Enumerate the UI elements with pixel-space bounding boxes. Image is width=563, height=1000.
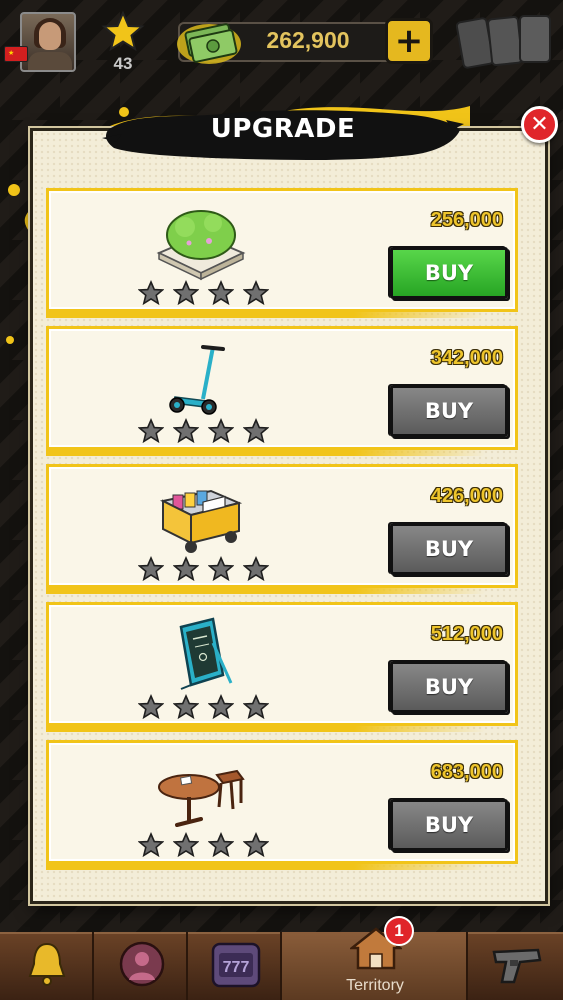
empty-star-icon <box>173 418 199 444</box>
close-button[interactable]: ✕ <box>521 106 558 143</box>
empty-star-icon <box>243 418 269 444</box>
empty-star-icon <box>243 556 269 582</box>
nav-tab-character[interactable] <box>94 932 188 1000</box>
yellow-paint-stroke <box>46 586 486 594</box>
top-hud: ★ 43 262,900 + <box>0 0 563 90</box>
item-price: 426,000 <box>430 485 503 507</box>
nav-label-territory: Territory <box>346 977 404 994</box>
level-star-icon <box>101 10 145 52</box>
empty-star-icon <box>173 280 199 306</box>
pistol-icon <box>492 948 542 984</box>
empty-star-icon <box>173 832 199 858</box>
upgrade-item-food-cart: 426,000 BUY <box>46 464 518 594</box>
empty-star-icon <box>173 556 199 582</box>
add-cash-button[interactable]: + <box>385 18 433 64</box>
empty-star-icon <box>138 556 164 582</box>
kick-scooter-icon <box>169 345 225 415</box>
empty-star-icon <box>208 418 234 444</box>
nav-tab-notifications[interactable] <box>0 932 94 1000</box>
item-price: 256,000 <box>430 209 503 231</box>
cash-amount: 262,900 <box>266 27 350 53</box>
yellow-paint-stroke <box>46 448 486 456</box>
territory-notification-badge: 1 <box>384 916 414 946</box>
country-flag-icon: ★ <box>4 46 28 62</box>
cash-stack-icon <box>177 23 241 64</box>
yellow-paint-stroke <box>46 310 486 318</box>
empty-star-icon <box>138 418 164 444</box>
item-rating-stars <box>138 694 272 720</box>
menu-sign-icon <box>179 617 233 690</box>
empty-star-icon <box>208 556 234 582</box>
item-price: 342,000 <box>430 347 503 369</box>
empty-star-icon <box>243 280 269 306</box>
upgrade-item-kick-scooter: 342,000 BUY <box>46 326 518 456</box>
empty-star-icon <box>208 832 234 858</box>
nav-tab-weapons[interactable] <box>468 932 563 1000</box>
empty-star-icon <box>173 694 199 720</box>
item-price: 683,000 <box>430 761 503 783</box>
slot-machine-icon: 777 <box>211 942 261 988</box>
item-rating-stars <box>138 556 272 582</box>
card-deck-icon[interactable] <box>456 12 556 72</box>
upgrade-item-menu-sign: 512,000 BUY <box>46 602 518 732</box>
yellow-paint-stroke <box>46 862 486 870</box>
upgrade-item-bush-planter: 256,000 BUY <box>46 188 518 318</box>
modal-title: UPGRADE <box>210 114 356 144</box>
empty-star-icon <box>243 832 269 858</box>
avatar-face <box>39 22 61 50</box>
avatar-body <box>28 52 72 70</box>
buy-button[interactable]: BUY <box>390 523 508 575</box>
buy-button[interactable]: BUY <box>390 661 508 713</box>
item-rating-stars <box>138 832 272 858</box>
player-avatar[interactable] <box>20 12 76 72</box>
empty-star-icon <box>243 694 269 720</box>
empty-star-icon <box>138 280 164 306</box>
buy-button[interactable]: BUY <box>390 247 508 299</box>
yellow-paint-stroke <box>46 724 486 732</box>
empty-star-icon <box>138 694 164 720</box>
item-rating-stars <box>138 280 272 306</box>
empty-star-icon <box>208 694 234 720</box>
food-cart-icon <box>159 489 243 553</box>
item-rating-stars <box>138 418 272 444</box>
player-level: 43 <box>113 54 133 73</box>
slot-777-label: 777 <box>223 959 250 976</box>
bell-icon <box>28 942 66 986</box>
buy-button[interactable]: BUY <box>390 385 508 437</box>
empty-star-icon <box>138 832 164 858</box>
bush-planter-icon <box>156 210 246 281</box>
nav-tab-slots[interactable]: 777 <box>188 932 282 1000</box>
buy-button[interactable]: BUY <box>390 799 508 851</box>
empty-star-icon <box>208 280 234 306</box>
item-price: 512,000 <box>430 623 503 645</box>
upgrade-item-table-and-stool: 683,000 BUY <box>46 740 518 870</box>
table-and-stool-icon <box>158 769 245 827</box>
character-icon <box>119 941 165 987</box>
